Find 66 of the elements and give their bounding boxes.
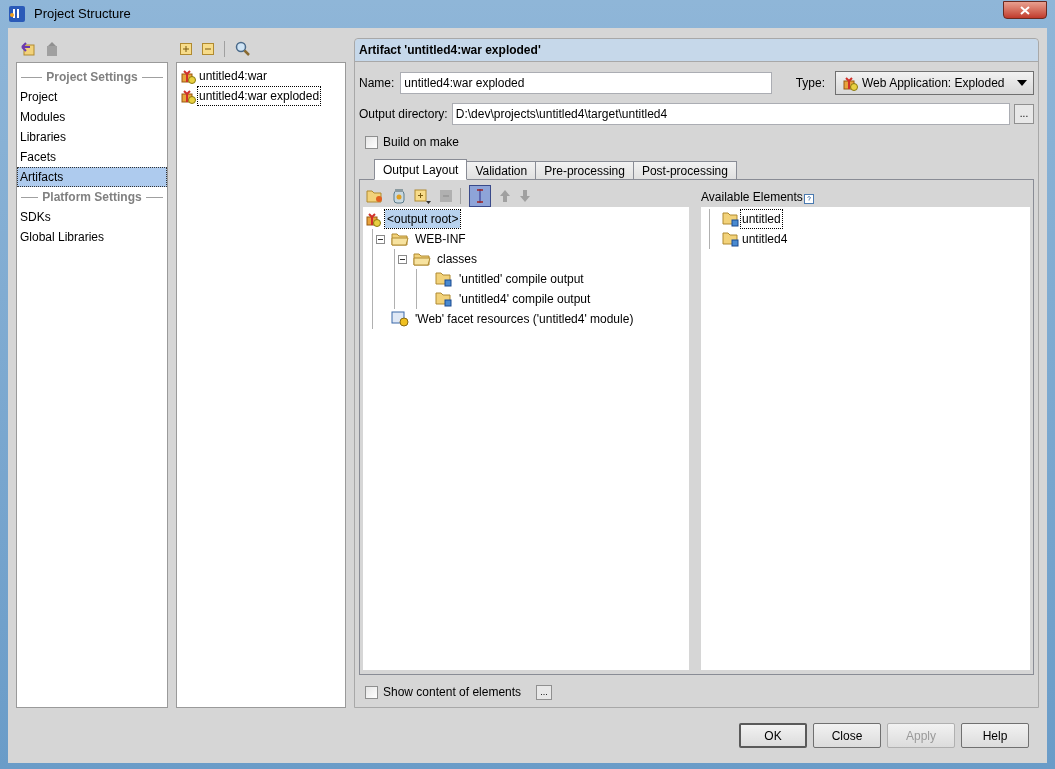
collapse-icon[interactable] xyxy=(397,254,407,264)
sidebar-item[interactable]: Facets xyxy=(17,147,167,167)
output-directory-label: Output directory: xyxy=(359,106,448,123)
tree-item[interactable]: 'untitled4' compile output xyxy=(457,290,593,308)
jar-icon[interactable] xyxy=(392,187,406,204)
sidebar-item[interactable]: Project xyxy=(17,87,167,107)
available-elements-label: Available Elements xyxy=(701,189,803,206)
collapse-icon[interactable] xyxy=(375,234,385,244)
tree-item[interactable]: 'untitled' compile output xyxy=(457,270,586,288)
artifact-title: Artifact 'untitled4:war exploded' xyxy=(359,42,541,59)
tree-item[interactable]: WEB-INF xyxy=(413,230,468,248)
gift-box-icon xyxy=(180,88,196,104)
module-folder-icon xyxy=(435,291,453,307)
sidebar-item[interactable]: SDKs xyxy=(17,207,167,227)
module-folder-icon xyxy=(722,231,740,247)
build-on-make-label: Build on make xyxy=(383,134,460,151)
name-label: Name: xyxy=(359,75,395,92)
dialog-button[interactable]: Help xyxy=(961,723,1029,748)
browse-button[interactable]: ... xyxy=(1014,104,1034,124)
artifact-item[interactable]: untitled4:war xyxy=(198,67,269,85)
show-content-label: Show content of elements xyxy=(383,684,522,701)
remove-icon[interactable] xyxy=(202,43,214,55)
output-directory-field[interactable]: D:\dev\projects\untitled4\target\untitled4 xyxy=(451,103,1010,125)
gift-box-icon xyxy=(365,211,381,227)
sidebar-item[interactable]: Global Libraries xyxy=(17,227,167,247)
new-folder-icon[interactable] xyxy=(366,187,384,204)
move-up-icon[interactable] xyxy=(499,188,511,203)
dialog-button[interactable]: OK xyxy=(739,723,807,748)
section-heading: Project Settings xyxy=(46,69,138,86)
module-folder-icon xyxy=(435,271,453,287)
add-dropdown-icon[interactable] xyxy=(414,187,432,204)
checkbox[interactable] xyxy=(365,135,378,149)
search-icon[interactable] xyxy=(235,41,251,57)
tree-item[interactable]: 'Web' facet resources ('untitled4' module) xyxy=(413,310,636,328)
dialog-button[interactable]: Close xyxy=(813,723,881,748)
web-resource-icon xyxy=(391,311,409,327)
window-title: Project Structure xyxy=(34,5,131,24)
help-icon[interactable] xyxy=(803,194,814,204)
add-icon[interactable] xyxy=(180,43,192,55)
tree-item[interactable]: untitled4 xyxy=(741,230,789,248)
folder-icon xyxy=(413,252,431,266)
sidebar-item[interactable]: Libraries xyxy=(17,127,167,147)
tree-item[interactable]: <output root> xyxy=(385,210,461,228)
tab[interactable]: Pre-processing xyxy=(535,161,634,180)
sidebar-item[interactable]: Artifacts xyxy=(17,167,167,187)
tree-item[interactable]: untitled xyxy=(741,210,782,228)
tree-item[interactable]: classes xyxy=(435,250,479,268)
checkbox[interactable] xyxy=(365,685,378,699)
close-icon xyxy=(1020,5,1030,15)
sort-toggle[interactable] xyxy=(469,184,491,207)
sidebar-item[interactable]: Modules xyxy=(17,107,167,127)
gift-box-icon xyxy=(842,75,858,91)
app-logo-icon xyxy=(8,5,26,23)
move-down-icon[interactable] xyxy=(519,188,531,203)
artifact-item[interactable]: untitled4:war exploded xyxy=(198,87,321,105)
tab[interactable]: Output Layout xyxy=(374,159,468,180)
type-label: Type: xyxy=(795,75,825,92)
dropdown-caret-icon xyxy=(1017,80,1027,86)
type-dropdown[interactable]: Web Application: Exploded xyxy=(835,71,1034,95)
gift-box-icon xyxy=(180,68,196,84)
section-heading: Platform Settings xyxy=(42,189,142,206)
folder-icon xyxy=(391,232,409,246)
module-folder-icon xyxy=(722,211,740,227)
name-field[interactable]: untitled4:war exploded xyxy=(400,72,773,94)
more-options-button[interactable]: ... xyxy=(536,684,553,700)
close-window-button[interactable] xyxy=(1003,1,1047,19)
